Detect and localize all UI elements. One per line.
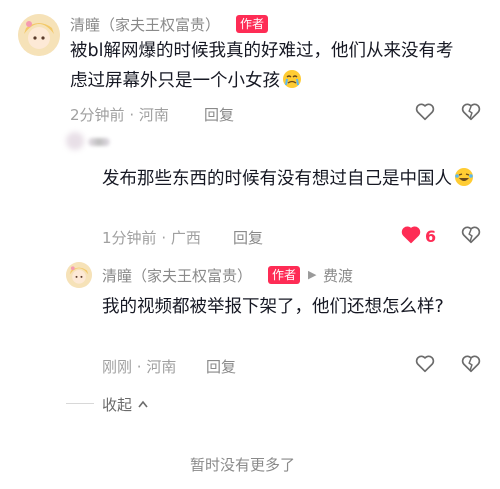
comment-meta: 1分钟前 · 广西 <box>102 229 201 247</box>
heart-icon[interactable] <box>414 353 436 375</box>
reply-button[interactable]: 回复 <box>233 227 263 248</box>
end-of-list-text: 暂时没有更多了 <box>190 456 296 474</box>
commenter-name[interactable]: 清瞳（家夫王权富贵） <box>70 14 220 35</box>
comment-meta: 刚刚 · 河南 <box>102 358 177 376</box>
dislike-icon[interactable] <box>460 224 482 246</box>
commenter-name[interactable]: 清瞳（家夫王权富贵） <box>102 265 252 286</box>
comment-time: 2分钟前 <box>70 106 125 124</box>
avatar[interactable] <box>66 132 84 150</box>
commenter-name <box>88 138 110 146</box>
chevron-up-icon <box>138 400 148 408</box>
crying-face-icon <box>282 69 302 89</box>
comment-location: 广西 <box>170 229 201 247</box>
collapse-label: 收起 <box>102 396 133 414</box>
dislike-icon[interactable] <box>460 353 482 375</box>
reply-target-name[interactable]: 费渡 <box>323 265 353 286</box>
like-count: 6 <box>425 227 437 246</box>
laughing-tears-face-icon <box>454 167 474 187</box>
heart-icon[interactable] <box>414 101 436 123</box>
reply-button[interactable]: 回复 <box>206 356 236 377</box>
comment-meta: 2分钟前 · 河南 <box>70 106 169 124</box>
comment-text-body: 被bl解网爆的时候我真的好难过，他们从来没有考虑过屏幕外只是一个小女孩 <box>70 41 454 91</box>
comment-time: 1分钟前 <box>102 229 157 247</box>
comment-text: 我的视频都被举报下架了，他们还想怎么样? <box>102 297 444 317</box>
heart-filled-icon[interactable] <box>400 224 422 246</box>
comment-location: 河南 <box>138 106 169 124</box>
reply-button[interactable]: 回复 <box>204 104 234 125</box>
author-badge: 作者 <box>268 266 301 284</box>
divider <box>66 403 94 404</box>
avatar[interactable] <box>18 14 60 56</box>
reply-arrow-icon: ▶ <box>308 268 317 281</box>
comment-location: 河南 <box>146 358 177 376</box>
avatar[interactable] <box>66 262 92 288</box>
comment-text-body: 发布那些东西的时候有没有想过自己是中国人 <box>102 169 452 189</box>
comment-time: 刚刚 <box>102 358 133 376</box>
dislike-icon[interactable] <box>460 101 482 123</box>
collapse-button[interactable]: 收起 <box>102 394 149 415</box>
author-badge: 作者 <box>236 15 269 33</box>
comment-text: 被bl解网爆的时候我真的好难过，他们从来没有考虑过屏幕外只是一个小女孩 <box>70 36 470 96</box>
comment-text: 发布那些东西的时候有没有想过自己是中国人 <box>102 164 482 194</box>
